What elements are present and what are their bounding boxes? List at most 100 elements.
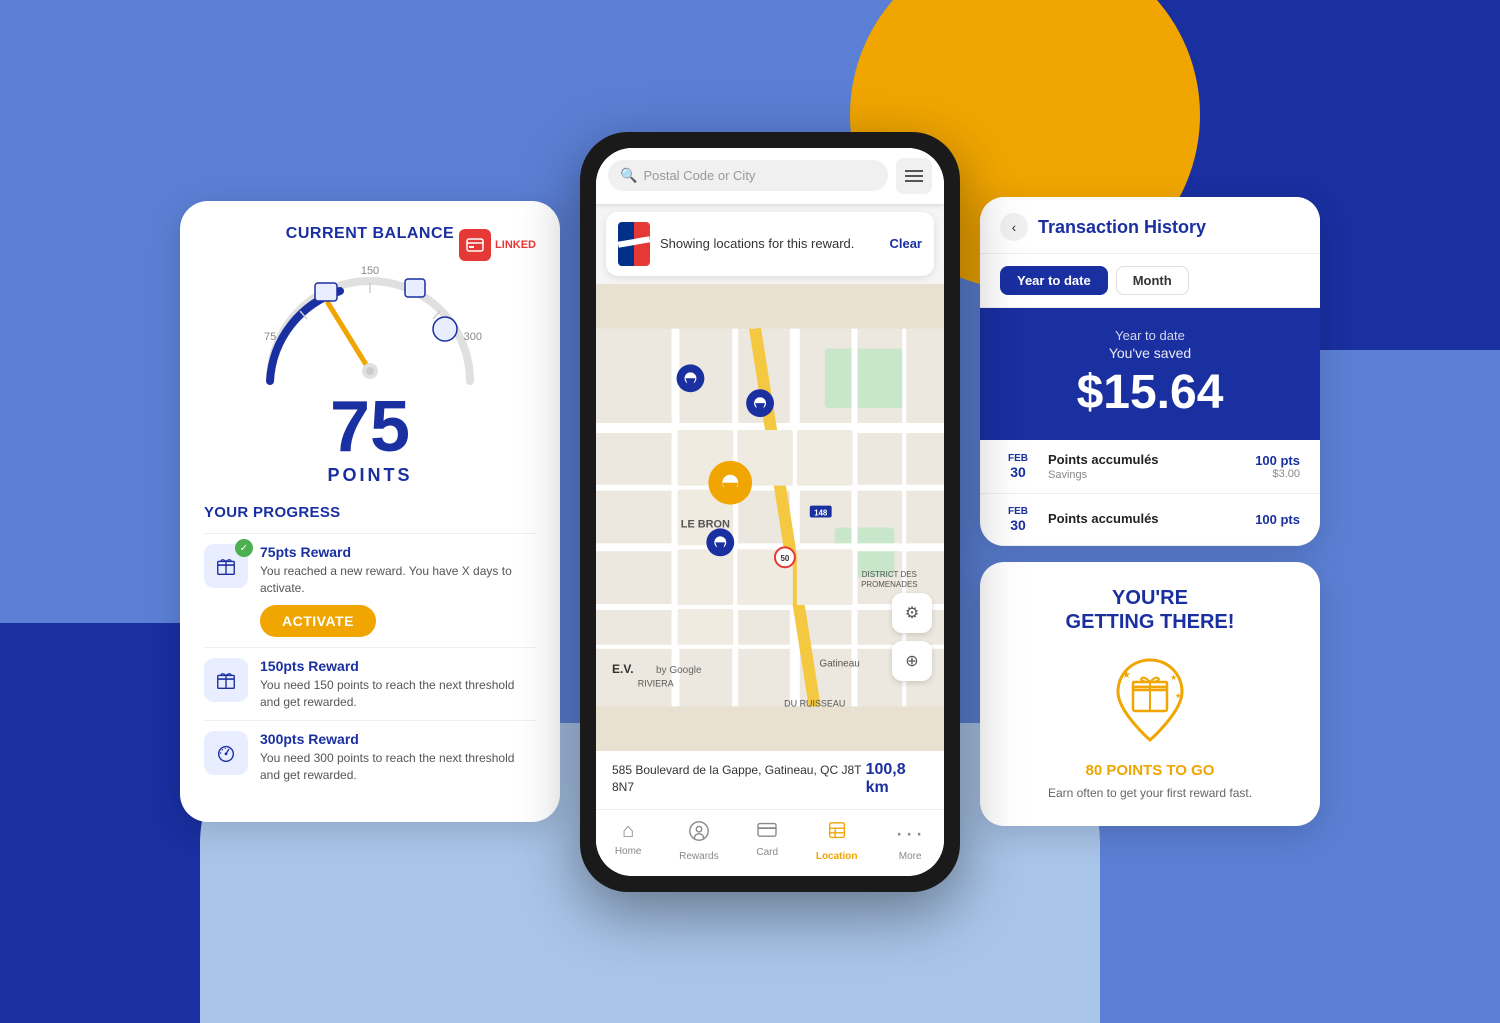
bottom-nav: ⌂ Home Rewards [596,809,944,876]
progress-content-0: 75pts Reward You reached a new reward. Y… [260,544,536,637]
svg-text:148: 148 [814,508,828,517]
svg-text:Gatineau: Gatineau [819,658,859,669]
transaction-name-1: Points accumulés [1048,511,1243,526]
linked-text: LINKED [495,239,536,251]
transaction-sub-0: Savings [1048,469,1243,481]
transaction-info-0: Points accumulés Savings [1048,452,1243,481]
map-area: LE BRON Gatineau DISTRICT DES PROMENADES… [596,284,944,751]
transaction-date-0: FEB 30 [1000,453,1036,480]
tab-year-to-date[interactable]: Year to date [1000,266,1108,295]
savings-hero: Year to date You've saved $15.64 [980,308,1320,440]
tab-month[interactable]: Month [1116,266,1189,295]
transaction-pts-1: 100 pts [1255,512,1300,527]
activate-button[interactable]: ACTIVATE [260,605,376,637]
ev-label: E.V. [612,662,634,676]
reward-item-0: ✓ 75pts Reward You reached a new reward.… [204,533,536,647]
home-icon: ⌂ [622,820,634,843]
transaction-pts-0: 100 pts [1255,453,1300,468]
speed-icon [215,742,237,764]
left-panel: CURRENT BALANCE LINKED [180,201,560,822]
more-icon: ··· [895,820,925,848]
nav-location[interactable]: Location [808,818,866,864]
transaction-title: Transaction History [1038,217,1300,238]
nav-rewards[interactable]: Rewards [671,818,726,864]
nav-more[interactable]: ··· More [887,818,933,864]
gauge-label-75: 75 [264,331,276,343]
linked-icon [459,229,491,261]
map-pin-orange [708,460,752,504]
transaction-row-1: FEB 30 Points accumulés 100 pts [980,494,1320,546]
savings-period: Year to date [1004,328,1296,343]
back-button[interactable]: ‹ [1000,213,1028,241]
reward-banner: Showing locations for this reward. Clear [606,212,934,276]
points-display: 75 POINTS [204,391,536,486]
date-day-0: 30 [1000,464,1036,480]
savings-amount: $15.64 [1004,367,1296,420]
progress-title-1: 150pts Reward [260,658,536,674]
back-icon: ‹ [1012,219,1017,235]
reward-item-2: 300pts Reward You need 300 points to rea… [204,720,536,794]
tab-row: Year to date Month [980,254,1320,308]
pepsi-can [618,222,650,266]
gauge-labels: 75 150 300 [250,261,490,401]
search-icon-map: 🔍 [620,167,637,184]
map-distance: 100,8 km [866,761,928,797]
progress-desc-2: You need 300 points to reach the next th… [260,750,536,784]
map-pin-2 [746,389,774,417]
transaction-savings-0: $3.00 [1255,468,1300,480]
map-address: 585 Boulevard de la Gappe, Gatineau, QC … [612,762,866,796]
progress-content-1: 150pts Reward You need 150 points to rea… [260,658,536,711]
google-label: by Google [656,665,702,676]
transaction-date-1: FEB 30 [1000,506,1036,533]
reward-icon-2 [204,731,248,775]
menu-icon-btn[interactable] [896,158,932,194]
gauge-label-300: 300 [464,331,482,343]
transaction-list: FEB 30 Points accumulés Savings 100 pts … [980,440,1320,546]
gift-location-icon: ★ ★ ★ [1100,650,1200,750]
gauge-container: 75 150 300 [250,261,490,401]
svg-text:DU RUISSEAU: DU RUISSEAU [784,698,845,708]
nav-home-label: Home [615,846,642,857]
svg-text:★: ★ [1175,692,1181,700]
map-pin-1 [677,364,705,392]
location-icon [826,820,848,848]
gift-icon-0 [215,555,237,577]
search-input-text: Postal Code or City [643,168,755,183]
pepsi-wave [618,236,650,247]
check-badge-0: ✓ [235,539,253,557]
progress-title-2: 300pts Reward [260,731,536,747]
transaction-card: ‹ Transaction History Year to date Month… [980,197,1320,546]
map-filter-btn[interactable]: ⚙ [892,593,932,633]
ev-text: E.V. [612,662,634,676]
points-to-go-label: 80 POINTS TO GO [1004,762,1296,779]
your-progress-label: YOUR PROGRESS [204,504,536,521]
progress-desc-0: You reached a new reward. You have X day… [260,563,536,597]
gauge-label-150: 150 [361,265,379,277]
getting-there-card: YOU'REGETTING THERE! ★ ★ [980,562,1320,826]
points-to-go-desc: Earn often to get your first reward fast… [1004,785,1296,802]
svg-text:PROMENADES: PROMENADES [861,580,917,589]
map-bottom-bar: 585 Boulevard de la Gappe, Gatineau, QC … [596,751,944,809]
search-input-wrap[interactable]: 🔍 Postal Code or City [608,160,888,191]
progress-content-2: 300pts Reward You need 300 points to rea… [260,731,536,784]
svg-text:50: 50 [780,554,789,563]
date-month-0: FEB [1000,453,1036,464]
nav-card-label: Card [756,847,778,858]
svg-text:RIVIERA: RIVIERA [638,678,674,688]
card-icon [756,820,778,844]
clear-button[interactable]: Clear [889,236,922,251]
progress-title-0: 75pts Reward [260,544,536,560]
map-location-btn[interactable]: ⊕ [892,641,932,681]
gift-icon-1 [215,669,237,691]
phone-container: 🔍 Postal Code or City Showing locations … [580,132,960,892]
reward-banner-text: Showing locations for this reward. [660,236,879,251]
reward-icon-1 [204,658,248,702]
svg-text:★: ★ [1170,673,1177,682]
points-label: POINTS [204,465,536,486]
nav-card[interactable]: Card [748,818,786,864]
nav-home[interactable]: ⌂ Home [607,818,650,864]
tabs: Year to date Month [1000,266,1300,295]
reward-icon-0: ✓ [204,544,248,588]
right-panel: ‹ Transaction History Year to date Month… [980,197,1320,826]
nav-rewards-label: Rewards [679,851,718,862]
